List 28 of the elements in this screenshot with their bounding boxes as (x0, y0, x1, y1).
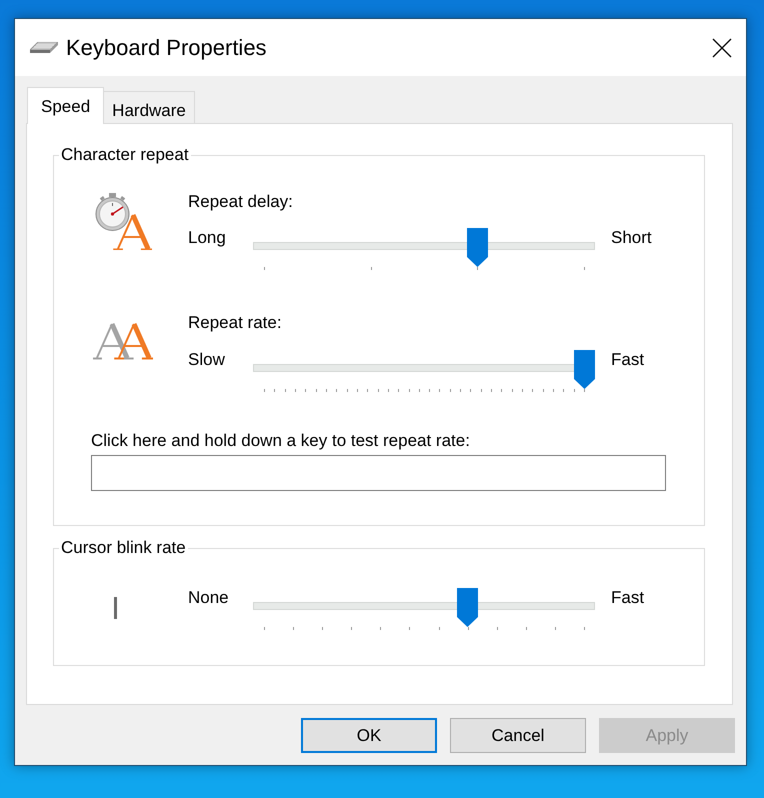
slider-max-label: Fast (611, 588, 644, 608)
slider[interactable] (253, 228, 595, 270)
dialog-button[interactable]: OK (301, 718, 437, 753)
slider-min-label: None (188, 588, 229, 608)
close-icon (712, 38, 732, 58)
group-title: Cursor blink rate (60, 538, 187, 558)
group-title: Character repeat (60, 145, 190, 165)
slider[interactable] (253, 350, 595, 392)
slider-min-label: Slow (188, 350, 225, 370)
slider-max-label: Fast (611, 350, 644, 370)
window-title: Keyboard Properties (66, 34, 267, 62)
slider-thumb[interactable] (467, 228, 488, 267)
dialog-button[interactable]: Cancel (450, 718, 586, 753)
slider-label: Repeat rate: (188, 313, 282, 333)
slider-thumb[interactable] (574, 350, 595, 389)
slider-label: Repeat delay: (188, 192, 293, 212)
slider-min-label: Long (188, 228, 226, 248)
stopwatch-letter-a-icon (95, 193, 152, 250)
text-cursor-icon (114, 597, 117, 619)
slider-thumb[interactable] (457, 588, 478, 627)
slider-max-label: Short (611, 228, 652, 248)
tab[interactable]: Speed (27, 87, 104, 124)
field-label: Click here and hold down a key to test repeat rate: (91, 431, 470, 451)
keyboard-icon (30, 42, 58, 54)
two-letter-a-icon (93, 322, 153, 360)
input-field[interactable] (91, 455, 666, 491)
tab[interactable]: Hardware (104, 91, 195, 123)
slider[interactable] (253, 588, 595, 630)
